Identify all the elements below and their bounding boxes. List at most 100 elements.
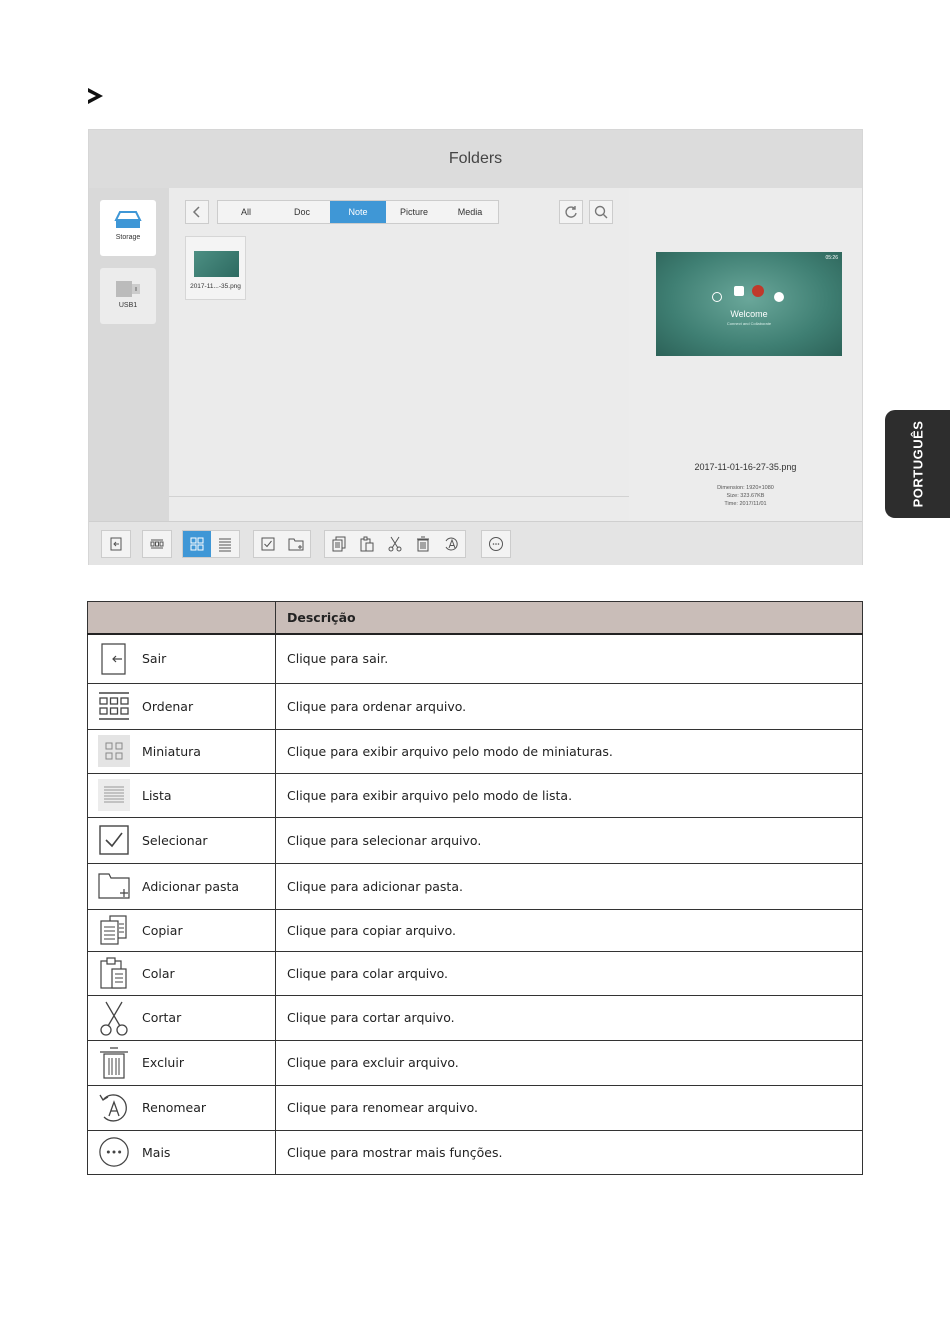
table-row: Adicionar pasta Clique para adicionar pa…	[87, 862, 863, 910]
table-row: Selecionar Clique para selecionar arquiv…	[87, 816, 863, 864]
select-icon	[261, 537, 275, 551]
usb-icon	[116, 281, 140, 297]
add-folder-icon	[288, 538, 304, 551]
table-row: Renomear Clique para renomear arquivo.	[87, 1084, 863, 1131]
preview-dimension: Dimension: 1920×1080	[717, 485, 774, 491]
more-icon	[489, 537, 503, 551]
delete-icon	[417, 536, 429, 552]
sidebar-item-usb1[interactable]: USB1	[100, 268, 156, 324]
table-row: Sair Clique para sair.	[87, 633, 863, 684]
paste-icon	[360, 536, 374, 552]
paste-icon	[98, 955, 130, 991]
add-folder-icon	[98, 868, 130, 904]
exit-button[interactable]	[102, 531, 130, 557]
function-name: Lista	[142, 787, 172, 803]
function-name: Renomear	[142, 1100, 207, 1115]
copy-icon	[98, 912, 130, 948]
filter-tabs: All Doc Note Picture Media	[217, 200, 499, 224]
chevron-left-icon	[192, 206, 200, 218]
function-description: Clique para cortar arquivo.	[275, 994, 863, 1041]
section-arrow-icon	[88, 88, 103, 104]
delete-button[interactable]	[409, 531, 437, 557]
select-button[interactable]	[254, 531, 282, 557]
sidebar-item-label: USB1	[118, 302, 138, 309]
function-description: Clique para exibir arquivo pelo modo de …	[275, 772, 863, 818]
function-name: Miniatura	[142, 743, 201, 759]
table-row: Miniatura Clique para exibir arquivo pel…	[87, 728, 863, 774]
function-name: Excluir	[142, 1055, 184, 1070]
exit-group	[101, 530, 131, 558]
table-row: Colar Clique para colar arquivo.	[87, 950, 863, 996]
preview-time-label: Time: 2017/11/01	[724, 501, 767, 507]
sort-icon	[150, 539, 164, 549]
paste-button[interactable]	[353, 531, 381, 557]
search-button[interactable]	[589, 200, 613, 224]
thumbnail-icon	[98, 733, 130, 769]
rename-icon	[98, 1090, 130, 1126]
table-header-row: Descrição	[87, 601, 863, 635]
back-button[interactable]	[185, 200, 209, 224]
tab-doc[interactable]: Doc	[274, 201, 330, 223]
thumbnail-icon	[190, 537, 204, 551]
cut-icon	[388, 536, 402, 552]
exit-icon	[98, 641, 130, 677]
function-description: Clique para excluir arquivo.	[275, 1039, 863, 1086]
function-name: Ordenar	[142, 698, 194, 714]
app-title: Folders	[89, 130, 862, 189]
function-description: Clique para copiar arquivo.	[275, 908, 863, 952]
function-description: Clique para adicionar pasta.	[275, 862, 863, 910]
preview-time: 05:26	[825, 255, 838, 261]
function-name: Adicionar pasta	[142, 878, 240, 894]
select-icon	[98, 822, 130, 858]
copy-icon	[332, 536, 346, 552]
file-thumbnail	[194, 251, 239, 277]
refresh-icon	[565, 206, 577, 218]
copy-button[interactable]	[325, 531, 353, 557]
function-description: Clique para sair.	[275, 633, 863, 684]
bottom-toolbar	[89, 521, 862, 565]
table-row: Lista Clique para exibir arquivo pelo mo…	[87, 772, 863, 818]
table-row: Ordenar Clique para ordenar arquivo.	[87, 682, 863, 730]
sort-button[interactable]	[143, 531, 171, 557]
function-name: Cortar	[142, 1010, 182, 1025]
function-name: Selecionar	[142, 832, 208, 848]
function-description: Clique para selecionar arquivo.	[275, 816, 863, 864]
function-description: Clique para exibir arquivo pelo modo de …	[275, 728, 863, 774]
cut-button[interactable]	[381, 531, 409, 557]
preview-image: 05:26 Welcome Connect and Collaborate	[656, 252, 842, 356]
sidebar-item-storage[interactable]: Storage	[100, 200, 156, 256]
more-button[interactable]	[482, 531, 510, 557]
table-header-icon	[87, 601, 276, 635]
tab-note[interactable]: Note	[330, 201, 386, 223]
file-name: 2017-11...-35.png	[190, 283, 241, 290]
function-description: Clique para renomear arquivo.	[275, 1084, 863, 1131]
preview-welcome-sub: Connect and Collaborate	[726, 321, 772, 326]
tab-media[interactable]: Media	[442, 201, 498, 223]
language-label: PORTUGUÊS	[910, 420, 925, 508]
list-icon	[219, 538, 231, 552]
function-name: Copiar	[142, 922, 183, 938]
function-description: Clique para mostrar mais funções.	[275, 1129, 863, 1175]
tab-picture[interactable]: Picture	[386, 201, 442, 223]
add-folder-button[interactable]	[282, 531, 310, 557]
sidebar-item-label: Storage	[115, 234, 141, 241]
file-item[interactable]: 2017-11...-35.png	[185, 236, 246, 300]
rename-button[interactable]	[437, 531, 465, 557]
storage-icon	[114, 211, 142, 228]
tab-all[interactable]: All	[218, 201, 274, 223]
list-view-button[interactable]	[211, 531, 239, 557]
thumbnail-view-button[interactable]	[183, 531, 211, 557]
table-header-description: Descrição	[275, 601, 863, 635]
table-row: Excluir Clique para excluir arquivo.	[87, 1039, 863, 1086]
function-name: Sair	[142, 651, 167, 667]
table-row: Copiar Clique para copiar arquivo.	[87, 908, 863, 952]
file-browser: All Doc Note Picture Media 2017-11...-35…	[169, 188, 630, 521]
list-icon	[98, 777, 130, 813]
refresh-button[interactable]	[559, 200, 583, 224]
sort-icon	[98, 688, 130, 724]
delete-icon	[98, 1045, 130, 1081]
table-row: Cortar Clique para cortar arquivo.	[87, 994, 863, 1041]
more-icon	[98, 1134, 130, 1170]
preview-welcome: Welcome	[730, 309, 768, 319]
table-row: Mais Clique para mostrar mais funções.	[87, 1129, 863, 1175]
